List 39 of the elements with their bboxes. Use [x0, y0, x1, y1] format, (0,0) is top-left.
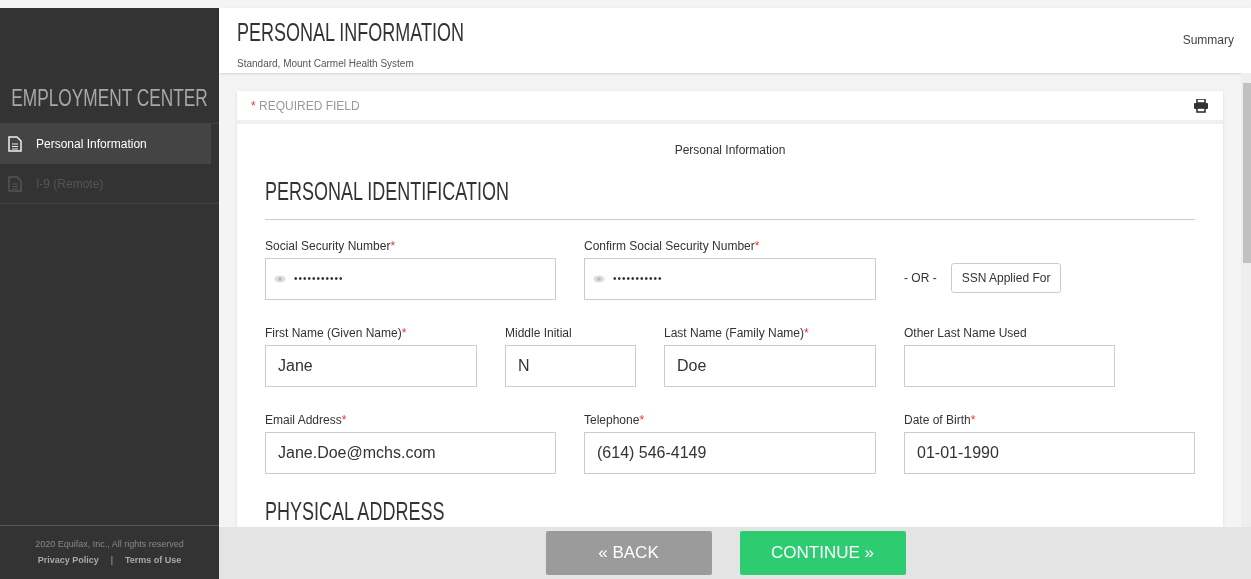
ssn-applied-button[interactable]: SSN Applied For: [950, 262, 1062, 293]
input-field[interactable]: Doe: [664, 344, 876, 387]
field-label: Email Address*: [265, 411, 348, 429]
section-heading: PHYSICAL ADDRESS: [265, 497, 445, 524]
field-label: Telephone*: [584, 411, 646, 429]
input-field[interactable]: •••••••••••: [265, 257, 556, 300]
input-field[interactable]: [904, 344, 1115, 387]
summary-link[interactable]: Summary: [1182, 8, 1234, 73]
document-icon: [8, 175, 22, 192]
input-field[interactable]: N: [505, 344, 636, 387]
document-icon: [8, 135, 22, 152]
field-label: Other Last Name Used: [904, 324, 1028, 342]
input-field[interactable]: 01-01-1990: [904, 431, 1195, 474]
field-label: Confirm Social Security Number*: [584, 237, 761, 255]
input-field[interactable]: Jane.Doe@mchs.com: [265, 431, 556, 474]
field-label: First Name (Given Name)*: [265, 324, 408, 342]
scrollbar[interactable]: [1241, 73, 1251, 527]
print-icon[interactable]: [1193, 98, 1209, 113]
footer-link[interactable]: Privacy Policy: [37, 554, 99, 568]
page-subtitle: Standard, Mount Carmel Health System: [237, 56, 415, 71]
separator-text: |: [110, 554, 113, 567]
or-text: - OR -: [904, 269, 937, 287]
input-field[interactable]: (614) 546-4149: [584, 431, 876, 474]
sidebar-title: EMPLOYMENT CENTER: [11, 83, 208, 113]
eye-icon[interactable]: [274, 274, 286, 283]
copyright-text: 2020 Equifax, Inc., All rights reserved: [35, 537, 184, 551]
footer-link[interactable]: Terms of Use: [125, 554, 182, 568]
form-title: Personal Information: [674, 142, 786, 159]
sidebar-item[interactable]: Personal Information: [0, 124, 211, 164]
eye-icon[interactable]: [593, 274, 605, 283]
field-label: Middle Initial: [505, 324, 573, 342]
input-field[interactable]: •••••••••••: [584, 257, 876, 300]
required-field-note: * REQUIRED FIELD: [251, 97, 360, 115]
section-heading: PERSONAL IDENTIFICATION: [265, 176, 510, 207]
page-title: PERSONAL INFORMATION: [237, 17, 465, 48]
field-label: Date of Birth*: [904, 411, 977, 429]
field-label: Social Security Number*: [265, 237, 397, 255]
input-field[interactable]: Jane: [265, 344, 477, 387]
field-label: Last Name (Family Name)*: [664, 324, 810, 342]
